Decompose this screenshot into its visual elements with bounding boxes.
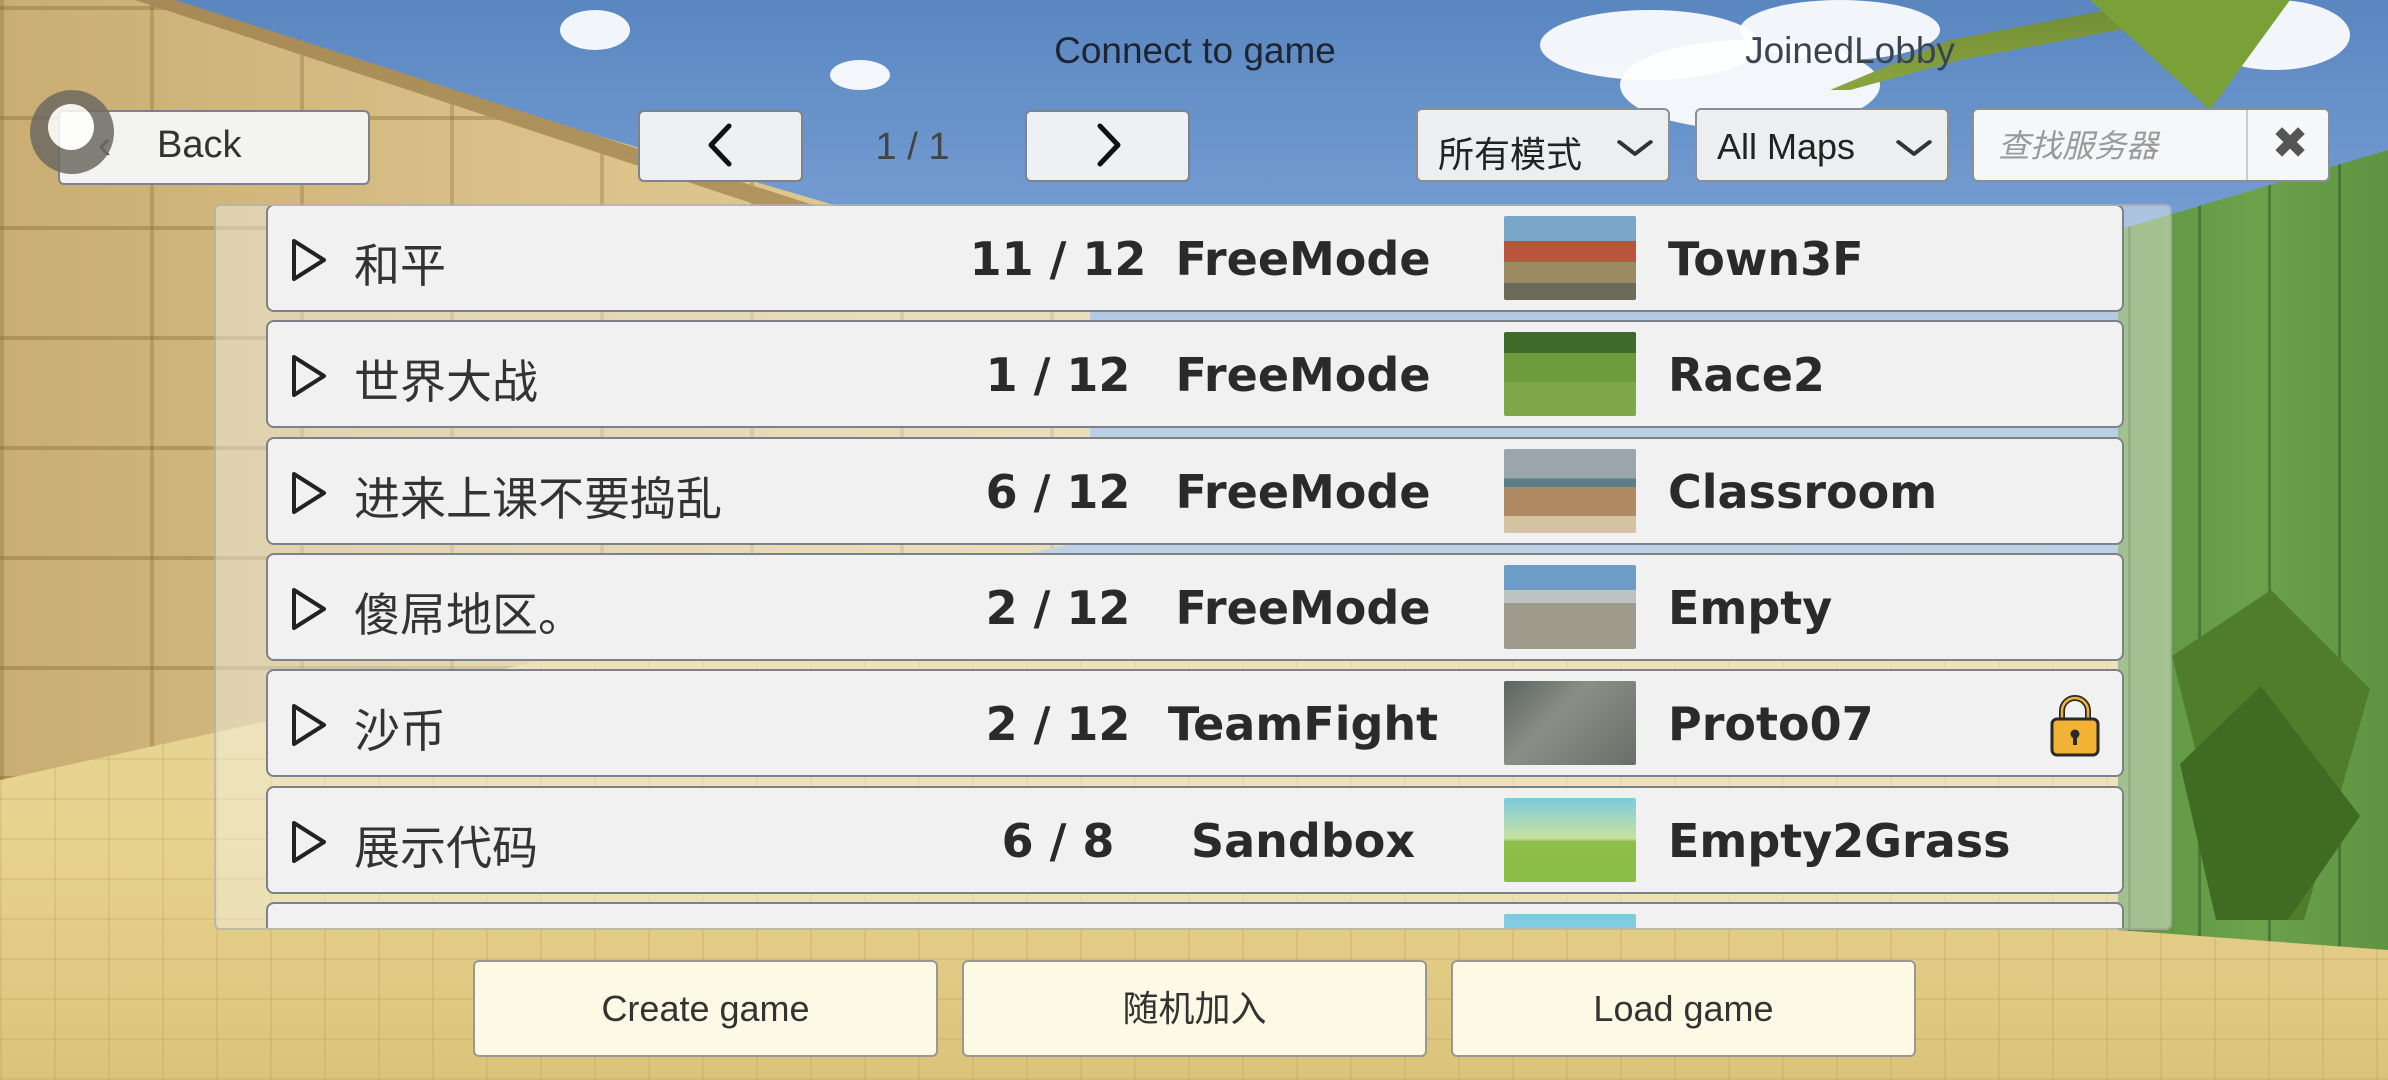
chevron-down-icon [1617,140,1653,156]
game-mode: TeamFight [1167,697,1439,751]
player-count: 2 / 12 [985,581,1131,635]
map-thumbnail [1504,332,1636,416]
server-row[interactable]: 展示代码 6 / 8 Sandbox Empty2Grass [266,786,2124,894]
server-list[interactable]: 和平 11 / 12 FreeMode Town3F 世界大战 1 / 12 F… [214,204,2172,930]
map-filter-dropdown[interactable]: All Maps [1695,108,1949,182]
page-indicator: 1 / 1 [875,126,950,168]
play-icon [292,472,326,514]
load-game-button[interactable]: Load game [1451,960,1916,1057]
map-name: Empty2Grass [1668,814,2011,868]
connection-status: JoinedLobby [1745,30,1955,71]
chevron-right-icon [1097,123,1120,167]
close-icon[interactable]: ✖ [2262,116,2318,172]
server-row[interactable]: 和平 11 / 12 FreeMode Town3F [266,206,2124,312]
game-mode: FreeMode [1175,581,1431,635]
game-mode: FreeMode [1175,465,1431,519]
random-join-button[interactable]: 随机加入 [962,960,1427,1057]
map-thumbnail [1504,798,1636,882]
back-button-label: Back [157,124,242,166]
map-thumbnail [1504,565,1636,649]
server-row-partial[interactable] [266,902,2124,928]
player-count: 2 / 12 [985,697,1131,751]
player-count: 6 / 8 [1001,814,1115,868]
map-thumbnail [1504,449,1636,533]
game-mode: Sandbox [1190,814,1416,868]
player-count: 6 / 12 [985,465,1131,519]
map-thumbnail [1504,681,1636,765]
server-name: 和平 [354,239,446,293]
game-mode: FreeMode [1175,232,1431,286]
server-search-box: ✖ [1972,108,2330,182]
play-icon [292,239,326,281]
server-name: 傻屌地区。 [354,588,584,642]
lobby-ui: Connect to game JoinedLobby ‹ Back 1 / 1… [0,0,2388,1080]
next-page-button[interactable] [1025,110,1190,182]
server-row[interactable]: 世界大战 1 / 12 FreeMode Race2 [266,320,2124,428]
player-count: 1 / 12 [985,348,1131,402]
server-name: 进来上课不要捣乱 [354,472,722,526]
map-filter-value: All Maps [1717,126,1856,167]
server-row[interactable]: 进来上课不要捣乱 6 / 12 FreeMode Classroom [266,437,2124,545]
search-divider [2246,110,2248,180]
server-row[interactable]: 傻屌地区。 2 / 12 FreeMode Empty [266,553,2124,661]
prev-page-button[interactable] [638,110,803,182]
server-row[interactable]: 沙币 2 / 12 TeamFight Proto07 [266,669,2124,777]
map-name: Town3F [1668,232,1864,286]
chevron-left-icon [708,123,731,167]
play-icon [292,704,326,746]
map-name: Race2 [1668,348,1825,402]
server-name: 世界大战 [354,355,538,409]
map-name: Empty [1668,581,1833,635]
map-name: Classroom [1668,465,1938,519]
map-name: Proto07 [1668,697,1874,751]
map-thumbnail [1504,216,1636,300]
play-icon [292,588,326,630]
player-count: 11 / 12 [969,232,1147,286]
screen-title: Connect to game [1054,30,1336,71]
mode-filter-dropdown[interactable]: 所有模式 [1416,108,1670,182]
chevron-down-icon [1896,140,1932,156]
create-game-button[interactable]: Create game [473,960,938,1057]
server-name: 沙币 [354,704,446,758]
mode-filter-value: 所有模式 [1438,134,1583,175]
play-icon [292,821,326,863]
server-search-input[interactable] [1996,120,2220,172]
server-name: 展示代码 [354,821,538,875]
lock-icon [2050,695,2100,757]
touch-joystick-knob[interactable] [30,90,114,174]
map-thumbnail [1504,914,1636,928]
game-mode: FreeMode [1175,348,1431,402]
play-icon [292,355,326,397]
